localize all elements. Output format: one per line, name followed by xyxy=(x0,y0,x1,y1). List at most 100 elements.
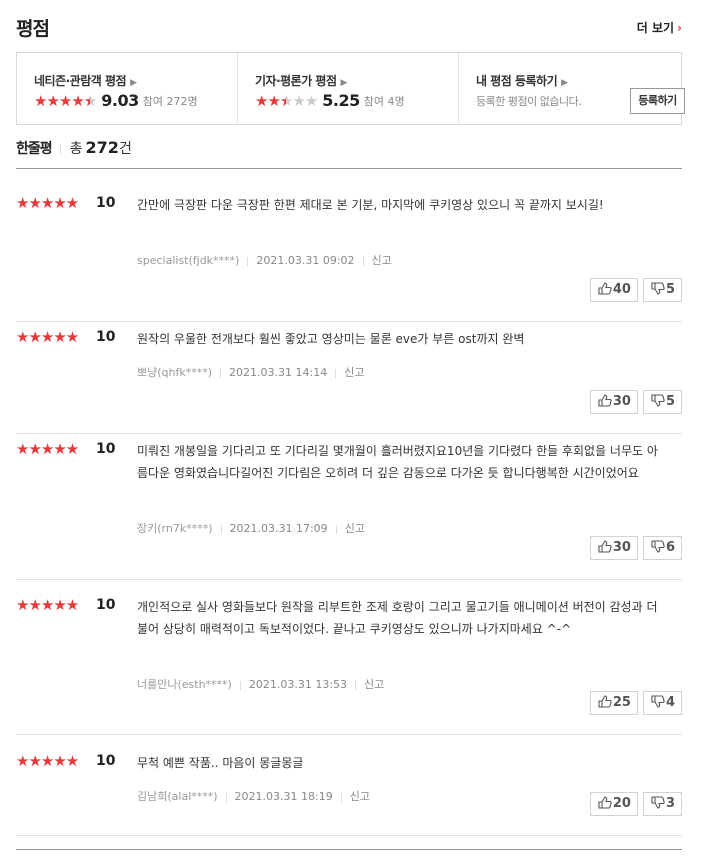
like-button[interactable]: 20 xyxy=(589,792,638,816)
thumbs-up-icon xyxy=(598,540,613,555)
thumbs-down-icon xyxy=(651,282,666,297)
vote-buttons: 20 3 xyxy=(585,792,682,816)
report-link[interactable]: 신고 xyxy=(344,366,364,379)
critic-rating: 기자·평론가 평점▶ ★★★★★★5.25참여 4명 xyxy=(238,53,459,124)
star-half-icon: ★★ xyxy=(83,91,97,110)
report-link[interactable]: 신고 xyxy=(345,522,365,535)
report-link[interactable]: 신고 xyxy=(350,790,370,803)
total-unit: 건 xyxy=(118,141,132,157)
dislike-button[interactable]: 5 xyxy=(642,390,682,414)
critic-rating-link[interactable]: 기자·평론가 평점 ▶ xyxy=(255,72,347,89)
review-date: 2021.03.31 09:02 xyxy=(256,254,355,267)
report-link[interactable]: 신고 xyxy=(372,254,392,267)
section-title: 평점 xyxy=(16,18,50,40)
dislike-button[interactable]: 5 xyxy=(642,278,682,302)
netizen-rating-link[interactable]: 네티즌·관람객 평점 ▶ xyxy=(34,72,137,89)
star-icon: ★ xyxy=(71,91,84,110)
review-meta: 김남희(alal****) 2021.03.31 18:19 신고 xyxy=(137,788,370,804)
total-count: 272 xyxy=(85,138,119,157)
review-date: 2021.03.31 17:09 xyxy=(229,522,328,535)
star-icon: ★ xyxy=(304,91,318,110)
review-text: 간만에 극장판 다운 극장판 한편 제대로 본 기분, 마지막에 쿠키영상 있으… xyxy=(137,198,604,212)
review-user[interactable]: 너를만나(esth****) xyxy=(137,678,232,691)
caret-right-icon: ▶ xyxy=(561,78,568,88)
more-link[interactable]: 더 보기 › xyxy=(637,19,682,36)
dislike-button[interactable]: 6 xyxy=(642,536,682,560)
rating-header: 평점 더 보기 › xyxy=(16,14,682,40)
divider xyxy=(59,144,61,155)
divider xyxy=(335,368,337,378)
thumbs-up-icon xyxy=(598,394,613,409)
netizen-stars: ★★★★★★ xyxy=(34,91,97,110)
star-icon: ★ xyxy=(58,91,72,110)
dislike-count: 5 xyxy=(665,394,675,409)
star-icon: ★ xyxy=(267,91,280,110)
star-icon: ★ xyxy=(255,91,268,110)
divider xyxy=(335,524,337,534)
dislike-count: 4 xyxy=(665,695,675,710)
divider xyxy=(247,256,249,266)
review-item: ★★★★★ 10 간만에 극장판 다운 극장판 한편 제대로 본 기분, 마지막… xyxy=(16,194,682,322)
critic-stars: ★★★★★★ xyxy=(255,91,318,110)
review-score: 10 xyxy=(96,597,116,613)
chevron-right-icon: › xyxy=(677,21,682,35)
divider xyxy=(355,680,357,690)
review-meta: 너를만나(esth****) 2021.03.31 13:53 신고 xyxy=(137,676,384,692)
review-user[interactable]: specialist(fjdk****) xyxy=(137,254,239,267)
my-rating-empty-text: 등록한 평점이 없습니다. xyxy=(476,95,582,108)
like-count: 30 xyxy=(612,540,631,555)
review-count: 한줄평 총 272건 xyxy=(16,138,132,162)
star-icon: ★ xyxy=(46,91,59,110)
caret-right-icon: ▶ xyxy=(340,78,348,88)
divider xyxy=(362,256,364,266)
like-count: 40 xyxy=(612,282,631,297)
critic-participants: 참여 4명 xyxy=(363,94,405,108)
report-link[interactable]: 신고 xyxy=(364,678,384,691)
my-rating-title: 내 평점 등록하기 xyxy=(476,74,558,88)
vote-buttons: 40 5 xyxy=(585,278,682,302)
my-rating-link[interactable]: 내 평점 등록하기 ▶ xyxy=(476,72,568,89)
netizen-score: 9.03 xyxy=(101,91,139,110)
review-meta: specialist(fjdk****) 2021.03.31 09:02 신고 xyxy=(137,252,392,268)
list-top-divider xyxy=(16,168,682,169)
review-score: 10 xyxy=(96,329,116,345)
review-stars: ★★★★★ xyxy=(16,752,79,770)
more-link-label: 더 보기 xyxy=(636,21,675,35)
review-text: 개인적으로 실사 영화들보다 원작을 리부트한 조제 호랑이 그리고 물고기들 … xyxy=(137,600,658,636)
review-item: ★★★★★ 10 원작의 우울한 전개보다 훨씬 좋았고 영상미는 물론 eve… xyxy=(16,328,682,434)
review-date: 2021.03.31 14:14 xyxy=(229,366,328,379)
dislike-count: 5 xyxy=(665,282,675,297)
review-stars: ★★★★★ xyxy=(16,328,79,346)
netizen-rating: 네티즌·관람객 평점▶ ★★★★★★9.03참여 272명 xyxy=(17,53,238,124)
review-date: 2021.03.31 18:19 xyxy=(234,790,333,803)
critic-score: 5.25 xyxy=(322,91,360,110)
review-user[interactable]: 김남희(alal****) xyxy=(137,790,218,803)
review-date: 2021.03.31 13:53 xyxy=(248,678,348,691)
review-user[interactable]: 뽀냥(qhfk****) xyxy=(137,366,212,379)
register-rating-button[interactable]: 등록하기 xyxy=(630,88,685,114)
divider xyxy=(340,792,342,802)
like-button[interactable]: 40 xyxy=(589,278,638,302)
review-item: ★★★★★ 10 미뤄진 개봉일을 기다리고 또 기다리길 몇개월이 흘러버렸지… xyxy=(16,440,682,580)
thumbs-down-icon xyxy=(651,540,666,555)
rating-summary: 네티즌·관람객 평점▶ ★★★★★★9.03참여 272명 기자·평론가 평점▶… xyxy=(16,52,685,125)
review-text: 미뤄진 개봉일을 기다리고 또 기다리길 몇개월이 흘러버렸지요10년을 기다렸… xyxy=(137,444,658,480)
dislike-button[interactable]: 4 xyxy=(642,691,682,715)
netizen-rating-title: 네티즌·관람객 평점 xyxy=(34,74,127,88)
my-rating: 내 평점 등록하기 ▶ 등록한 평점이 없습니다. 등록하기 xyxy=(459,53,685,124)
review-list-label: 한줄평 xyxy=(16,141,53,157)
dislike-count: 3 xyxy=(665,796,675,811)
review-meta: 뽀냥(qhfk****) 2021.03.31 14:14 신고 xyxy=(137,364,364,380)
total-prefix: 총 xyxy=(69,141,83,157)
review-score: 10 xyxy=(96,195,116,211)
like-button[interactable]: 30 xyxy=(589,390,638,414)
dislike-button[interactable]: 3 xyxy=(642,792,682,816)
review-stars: ★★★★★ xyxy=(16,194,79,212)
thumbs-down-icon xyxy=(651,796,666,811)
review-user[interactable]: 장키(rn7k****) xyxy=(137,522,213,535)
like-button[interactable]: 30 xyxy=(589,536,638,560)
review-item: ★★★★★ 10 개인적으로 실사 영화들보다 원작을 리부트한 조제 호랑이 … xyxy=(16,596,682,735)
review-item: ★★★★★ 10 무척 예쁜 작품.. 마음이 몽글몽글 김남희(alal***… xyxy=(16,752,682,836)
thumbs-up-icon xyxy=(598,796,613,811)
like-button[interactable]: 25 xyxy=(589,691,638,715)
